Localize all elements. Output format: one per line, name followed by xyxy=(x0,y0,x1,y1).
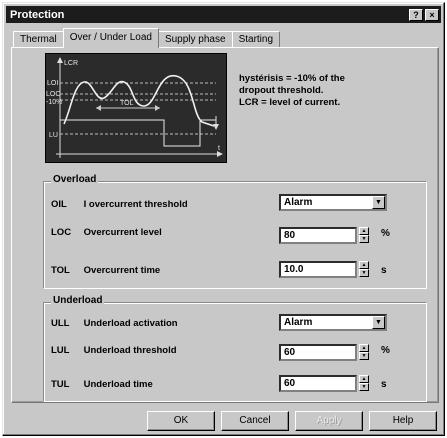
oil-row: OIL I overcurrent threshold xyxy=(51,199,188,210)
spin-up-icon[interactable]: ▲ xyxy=(359,261,369,269)
loc-label: Overcurrent level xyxy=(83,227,162,238)
tul-label: Underload time xyxy=(83,379,153,390)
ull-row: ULL Underload activation xyxy=(51,318,178,329)
tul-unit: s xyxy=(381,379,387,390)
title-buttons: ? × xyxy=(409,8,439,21)
protection-dialog: Protection ? × Thermal Over / Under Load… xyxy=(2,2,445,436)
lul-unit: % xyxy=(381,345,390,356)
overload-title: Overload xyxy=(51,174,99,185)
lul-label: Underload threshold xyxy=(83,345,177,356)
help-button[interactable]: Help xyxy=(369,411,437,431)
spin-up-icon[interactable]: ▲ xyxy=(359,344,369,352)
tul-spinner[interactable]: ▲ ▼ xyxy=(359,375,369,392)
underload-title: Underload xyxy=(51,295,105,306)
loc-code: LOC xyxy=(51,227,72,238)
spin-up-icon[interactable]: ▲ xyxy=(359,375,369,383)
tul-input[interactable]: 60 xyxy=(279,375,357,392)
ull-code: ULL xyxy=(51,318,70,329)
hysteresis-note: hystérisis = -10% of the dropout thresho… xyxy=(239,73,419,109)
spin-down-icon[interactable]: ▼ xyxy=(359,269,369,277)
lul-row: LUL Underload threshold xyxy=(51,345,177,356)
lul-code: LUL xyxy=(51,345,70,356)
tab-over-under-load[interactable]: Over / Under Load xyxy=(62,28,159,48)
oil-select[interactable]: Alarm ▼ xyxy=(279,194,387,211)
spin-down-icon[interactable]: ▼ xyxy=(359,352,369,360)
tab-strip: Thermal Over / Under Load Supply phase S… xyxy=(13,28,281,48)
title-bar: Protection ? × xyxy=(6,6,441,23)
loc-row: LOC Overcurrent level xyxy=(51,227,162,238)
window-title: Protection xyxy=(10,8,65,21)
load-diagram: LCR LOI LOC -10% TOL LU t xyxy=(45,53,227,163)
loi-label: LOI xyxy=(47,80,58,87)
loc-input[interactable]: 80 xyxy=(279,227,357,244)
ok-button[interactable]: OK xyxy=(147,411,215,431)
tol-code: TOL xyxy=(51,265,70,276)
tul-row: TUL Underload time xyxy=(51,379,153,390)
tab-supply-phase[interactable]: Supply phase xyxy=(157,31,233,48)
oil-code: OIL xyxy=(51,199,67,210)
spin-down-icon[interactable]: ▼ xyxy=(359,383,369,391)
tol-spinner[interactable]: ▲ ▼ xyxy=(359,261,369,278)
help-icon[interactable]: ? xyxy=(409,8,423,21)
loc-unit: % xyxy=(381,228,390,239)
loc-spinner[interactable]: ▲ ▼ xyxy=(359,227,369,244)
tol-input[interactable]: 10.0 xyxy=(279,261,357,278)
chevron-down-icon[interactable]: ▼ xyxy=(372,316,385,329)
time-axis-label: t xyxy=(218,145,220,152)
apply-button[interactable]: Apply xyxy=(295,411,363,431)
tab-thermal[interactable]: Thermal xyxy=(13,31,64,48)
tol-label: Overcurrent time xyxy=(83,265,161,276)
ull-label: Underload activation xyxy=(83,318,178,329)
note-line-2: dropout threshold. xyxy=(239,85,324,96)
oil-value: Alarm xyxy=(284,197,313,208)
tab-starting[interactable]: Starting xyxy=(231,31,281,48)
lul-input[interactable]: 60 xyxy=(279,344,357,361)
ull-select[interactable]: Alarm ▼ xyxy=(279,314,387,331)
lu-label: LU xyxy=(49,132,58,139)
tol-row: TOL Overcurrent time xyxy=(51,265,160,276)
tul-code: TUL xyxy=(51,379,70,390)
spin-up-icon[interactable]: ▲ xyxy=(359,227,369,235)
note-line-1: hystérisis = -10% of the xyxy=(239,73,345,84)
lul-spinner[interactable]: ▲ ▼ xyxy=(359,344,369,361)
oil-label: I overcurrent threshold xyxy=(83,199,188,210)
tol-label: TOL xyxy=(120,100,134,107)
cancel-button[interactable]: Cancel xyxy=(221,411,289,431)
lcr-label: LCR xyxy=(64,60,78,67)
hysteresis-label: -10% xyxy=(46,99,62,106)
tol-unit: s xyxy=(381,265,387,276)
ull-value: Alarm xyxy=(284,317,313,328)
chevron-down-icon[interactable]: ▼ xyxy=(372,196,385,209)
spin-down-icon[interactable]: ▼ xyxy=(359,235,369,243)
close-icon[interactable]: × xyxy=(425,8,439,21)
loc-label: LOC xyxy=(46,91,60,98)
note-line-3: LCR = level of current. xyxy=(239,97,341,108)
